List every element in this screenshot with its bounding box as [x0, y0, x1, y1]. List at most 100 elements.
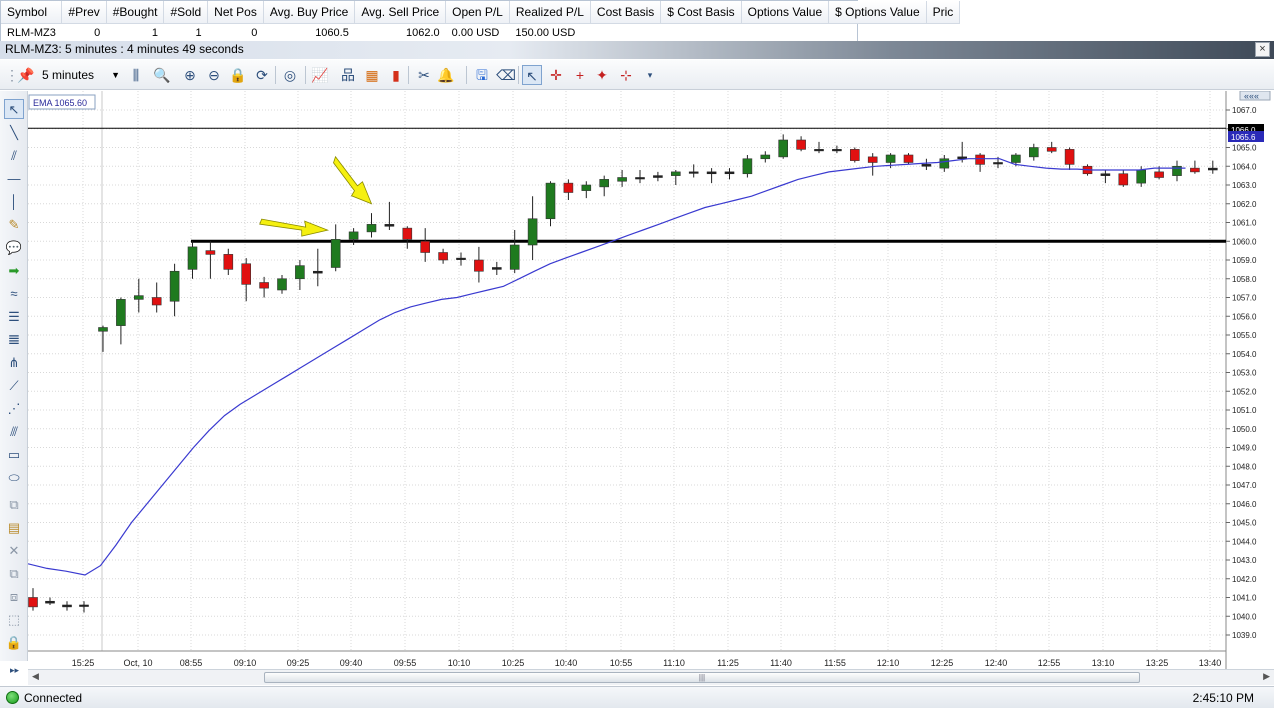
layers-icon[interactable]: ⧈: [4, 587, 24, 607]
line-tool-icon[interactable]: ╲: [4, 123, 24, 143]
refresh-icon[interactable]: ⟳: [252, 65, 272, 85]
table-row[interactable]: RLM-MZ3 0 1 1 0 1060.5 1062.0 0.00 USD 1…: [1, 23, 960, 42]
note-icon[interactable]: ✎: [4, 215, 24, 235]
bar-type-icon[interactable]: ⫼: [126, 65, 146, 85]
col-sold[interactable]: #Sold: [163, 1, 209, 24]
callout-icon[interactable]: 💬: [4, 238, 24, 258]
pin-icon[interactable]: 📌: [16, 65, 36, 85]
drawing-list-icon[interactable]: ▤: [4, 518, 24, 538]
time-tick-label: 11:10: [663, 658, 685, 668]
save-icon[interactable]: 🖫: [472, 65, 492, 85]
col-dollar-options-value[interactable]: $ Options Value: [828, 1, 927, 24]
toolbar-overflow-icon[interactable]: ▾: [640, 65, 660, 85]
global-crosshair-icon[interactable]: ✦: [592, 65, 612, 85]
col-realized-pl[interactable]: Realized P/L: [509, 1, 591, 24]
ellipse-tool-icon[interactable]: ⬭: [4, 468, 24, 488]
crosshair-snap-icon[interactable]: ⊹: [616, 65, 636, 85]
copy-drawing-icon[interactable]: ⧉: [4, 495, 24, 515]
candle-body: [1046, 147, 1057, 152]
candle-body: [187, 246, 198, 270]
cell-sold: 1: [195, 26, 202, 39]
col-symbol[interactable]: Symbol: [1, 1, 63, 24]
zoom-icon[interactable]: 🔍: [152, 65, 172, 85]
horizontal-scrollbar[interactable]: ◀ ||| ▶: [28, 669, 1274, 685]
properties-icon[interactable]: ◎: [280, 65, 300, 85]
col-avg-sell[interactable]: Avg. Sell Price: [354, 1, 447, 24]
price-tick-label: 1039.0: [1232, 631, 1257, 640]
select-tool-icon[interactable]: ↖: [4, 99, 24, 119]
price-tick-label: 1040.0: [1232, 612, 1257, 621]
scroll-to-end-icon[interactable]: «««: [1239, 91, 1271, 101]
lock-drawings-icon[interactable]: 🔒: [4, 633, 24, 653]
panel-expand-icon[interactable]: ▸▸: [10, 665, 19, 676]
candle-body: [169, 270, 180, 302]
parallel-lines-icon[interactable]: ⫽: [4, 146, 24, 166]
fan-icon[interactable]: ⋰: [4, 399, 24, 419]
col-net-pos[interactable]: Net Pos: [207, 1, 264, 24]
eraser-icon[interactable]: ⌫: [496, 65, 516, 85]
candle-body: [1208, 167, 1218, 171]
pitchfork-icon[interactable]: ⋔: [4, 353, 24, 373]
interval-select[interactable]: 5 minutes ▼: [36, 65, 122, 85]
arrow-tool-icon[interactable]: ➡: [4, 261, 24, 281]
scroll-end-glyph: «««: [1244, 91, 1259, 101]
col-cost-basis[interactable]: Cost Basis: [590, 1, 662, 24]
candle-body: [1118, 173, 1129, 186]
col-open-pl[interactable]: Open P/L: [445, 1, 510, 24]
cross-cursor-icon[interactable]: +: [570, 65, 590, 85]
pointer-icon[interactable]: ↖: [522, 65, 542, 85]
alert-bell-icon[interactable]: 🔔: [436, 65, 456, 85]
col-bought[interactable]: #Bought: [106, 1, 165, 24]
lock-icon[interactable]: 🔒: [228, 65, 248, 85]
cell-realized-pl: 150.00 USD: [515, 26, 576, 39]
candle-body: [474, 259, 484, 272]
col-dollar-cost-basis[interactable]: $ Cost Basis: [660, 1, 742, 24]
gann-icon[interactable]: ⟋: [4, 376, 24, 396]
col-options-value[interactable]: Options Value: [741, 1, 830, 24]
fib-extension-icon[interactable]: 𝌆: [4, 330, 24, 350]
fibonacci-icon[interactable]: ☰: [4, 307, 24, 327]
channel-icon[interactable]: ⫻: [4, 422, 24, 442]
candle-body: [653, 175, 663, 178]
scissors-icon[interactable]: ✂: [414, 65, 434, 85]
zoom-in-icon[interactable]: ⊕: [180, 65, 200, 85]
col-price[interactable]: Pric: [926, 1, 961, 24]
crosshair-icon[interactable]: ✛: [546, 65, 566, 85]
horizontal-line-icon[interactable]: —: [4, 169, 24, 189]
candle-body: [456, 257, 466, 260]
delete-drawing-icon[interactable]: ✕: [4, 541, 24, 561]
cell-avg-buy: 1060.5: [315, 26, 349, 39]
toolbar-separator: [518, 66, 519, 84]
candle-body: [223, 254, 234, 270]
cell-price: [926, 23, 960, 42]
volume-icon[interactable]: ▮: [386, 65, 406, 85]
chart-title-bar[interactable]: RLM-MZ3: 5 minutes : 4 minutes 49 second…: [0, 41, 1274, 59]
col-prev[interactable]: #Prev: [61, 1, 107, 24]
hierarchy-icon[interactable]: 品: [338, 65, 358, 85]
scroll-left-icon[interactable]: ◀: [32, 671, 39, 682]
selection-box-icon[interactable]: ⬚: [4, 610, 24, 630]
indicators-icon[interactable]: 📈: [310, 65, 330, 85]
scrollbar-thumb[interactable]: |||: [264, 672, 1140, 683]
candle-body: [903, 154, 914, 163]
chart-window-title: RLM-MZ3: 5 minutes : 4 minutes 49 second…: [5, 42, 244, 56]
price-axis[interactable]: 1067.01066.01065.01064.01063.01062.01061…: [1226, 106, 1257, 640]
ema-legend[interactable]: EMA 1065.60: [28, 94, 96, 110]
close-button[interactable]: ×: [1255, 42, 1270, 57]
rectangle-tool-icon[interactable]: ▭: [4, 445, 24, 465]
candle-body: [1154, 171, 1164, 178]
curve-icon[interactable]: ≈: [4, 284, 24, 304]
price-tick-label: 1056.0: [1232, 312, 1257, 321]
color-bars-icon[interactable]: ▦: [362, 65, 382, 85]
zoom-out-icon[interactable]: ⊖: [204, 65, 224, 85]
vertical-line-icon[interactable]: │: [4, 192, 24, 212]
price-chart[interactable]: 1067.01066.01065.01064.01063.01062.01061…: [28, 91, 1274, 669]
scroll-right-icon[interactable]: ▶: [1263, 671, 1270, 682]
price-tick-label: 1064.0: [1232, 162, 1257, 171]
price-tick-label: 1057.0: [1232, 294, 1257, 303]
clone-icon[interactable]: ⧉: [4, 564, 24, 584]
col-avg-buy[interactable]: Avg. Buy Price: [263, 1, 356, 24]
candle-body: [134, 295, 144, 300]
time-tick-label: 12:40: [985, 658, 1008, 668]
price-tick-label: 1055.0: [1232, 331, 1257, 340]
